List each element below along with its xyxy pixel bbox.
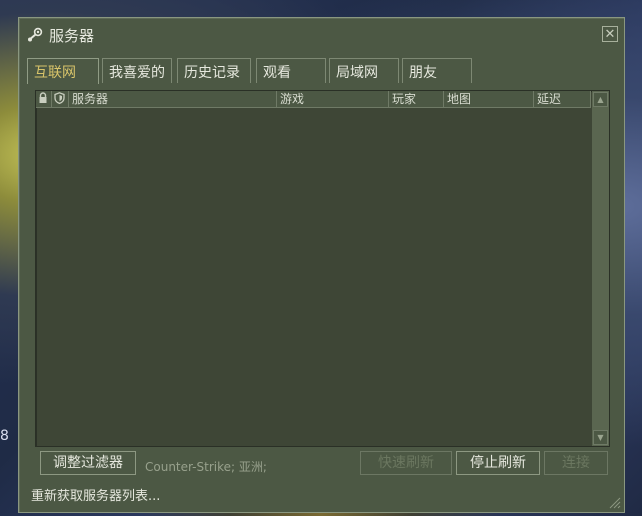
scroll-down-arrow-icon[interactable]: ▼ [593,430,608,445]
tab-lan[interactable]: 局域网 [329,58,399,83]
desktop-edge-text: 8 [0,428,9,444]
tab-internet[interactable]: 互联网 [27,58,99,84]
tab-bar: 互联网 我喜爱的 历史记录 观看 局域网 朋友 [27,58,616,84]
column-header-map[interactable]: 地图 [444,91,534,108]
tab-friends[interactable]: 朋友 [402,58,472,83]
connect-button[interactable]: 连接 [544,451,608,475]
steam-icon [28,27,43,42]
server-browser-window: 服务器 ✕ 互联网 我喜爱的 历史记录 观看 局域网 朋友 服务器 游戏 玩家 … [18,17,625,513]
scroll-up-arrow-icon[interactable]: ▲ [593,92,608,107]
status-text: 重新获取服务器列表... [31,489,161,504]
change-filters-button[interactable]: 调整过滤器 [40,451,136,475]
title-bar[interactable]: 服务器 ✕ [19,18,624,52]
window-title: 服务器 [49,27,95,45]
column-header-latency[interactable]: 延迟 [534,91,591,108]
tab-spectate[interactable]: 观看 [256,58,326,83]
column-header-server[interactable]: 服务器 [69,91,277,108]
quick-refresh-button[interactable]: 快速刷新 [360,451,452,475]
server-list[interactable]: 服务器 游戏 玩家 地图 延迟 ▲ ▼ [35,90,610,447]
tab-history[interactable]: 历史记录 [177,58,251,83]
column-header-row: 服务器 游戏 玩家 地图 延迟 [36,91,591,108]
stop-refresh-button[interactable]: 停止刷新 [456,451,540,475]
filter-summary: Counter-Strike; 亚洲; [145,460,267,474]
column-header-players[interactable]: 玩家 [389,91,444,108]
close-button[interactable]: ✕ [602,26,618,42]
column-header-password[interactable] [36,91,52,108]
vertical-scrollbar[interactable]: ▲ ▼ [592,91,609,446]
resize-grip-icon[interactable] [609,497,621,509]
shield-icon [54,92,65,105]
column-header-secure[interactable] [52,91,69,108]
column-header-game[interactable]: 游戏 [277,91,389,108]
tab-favorites[interactable]: 我喜爱的 [102,58,172,83]
lock-icon [39,92,47,103]
